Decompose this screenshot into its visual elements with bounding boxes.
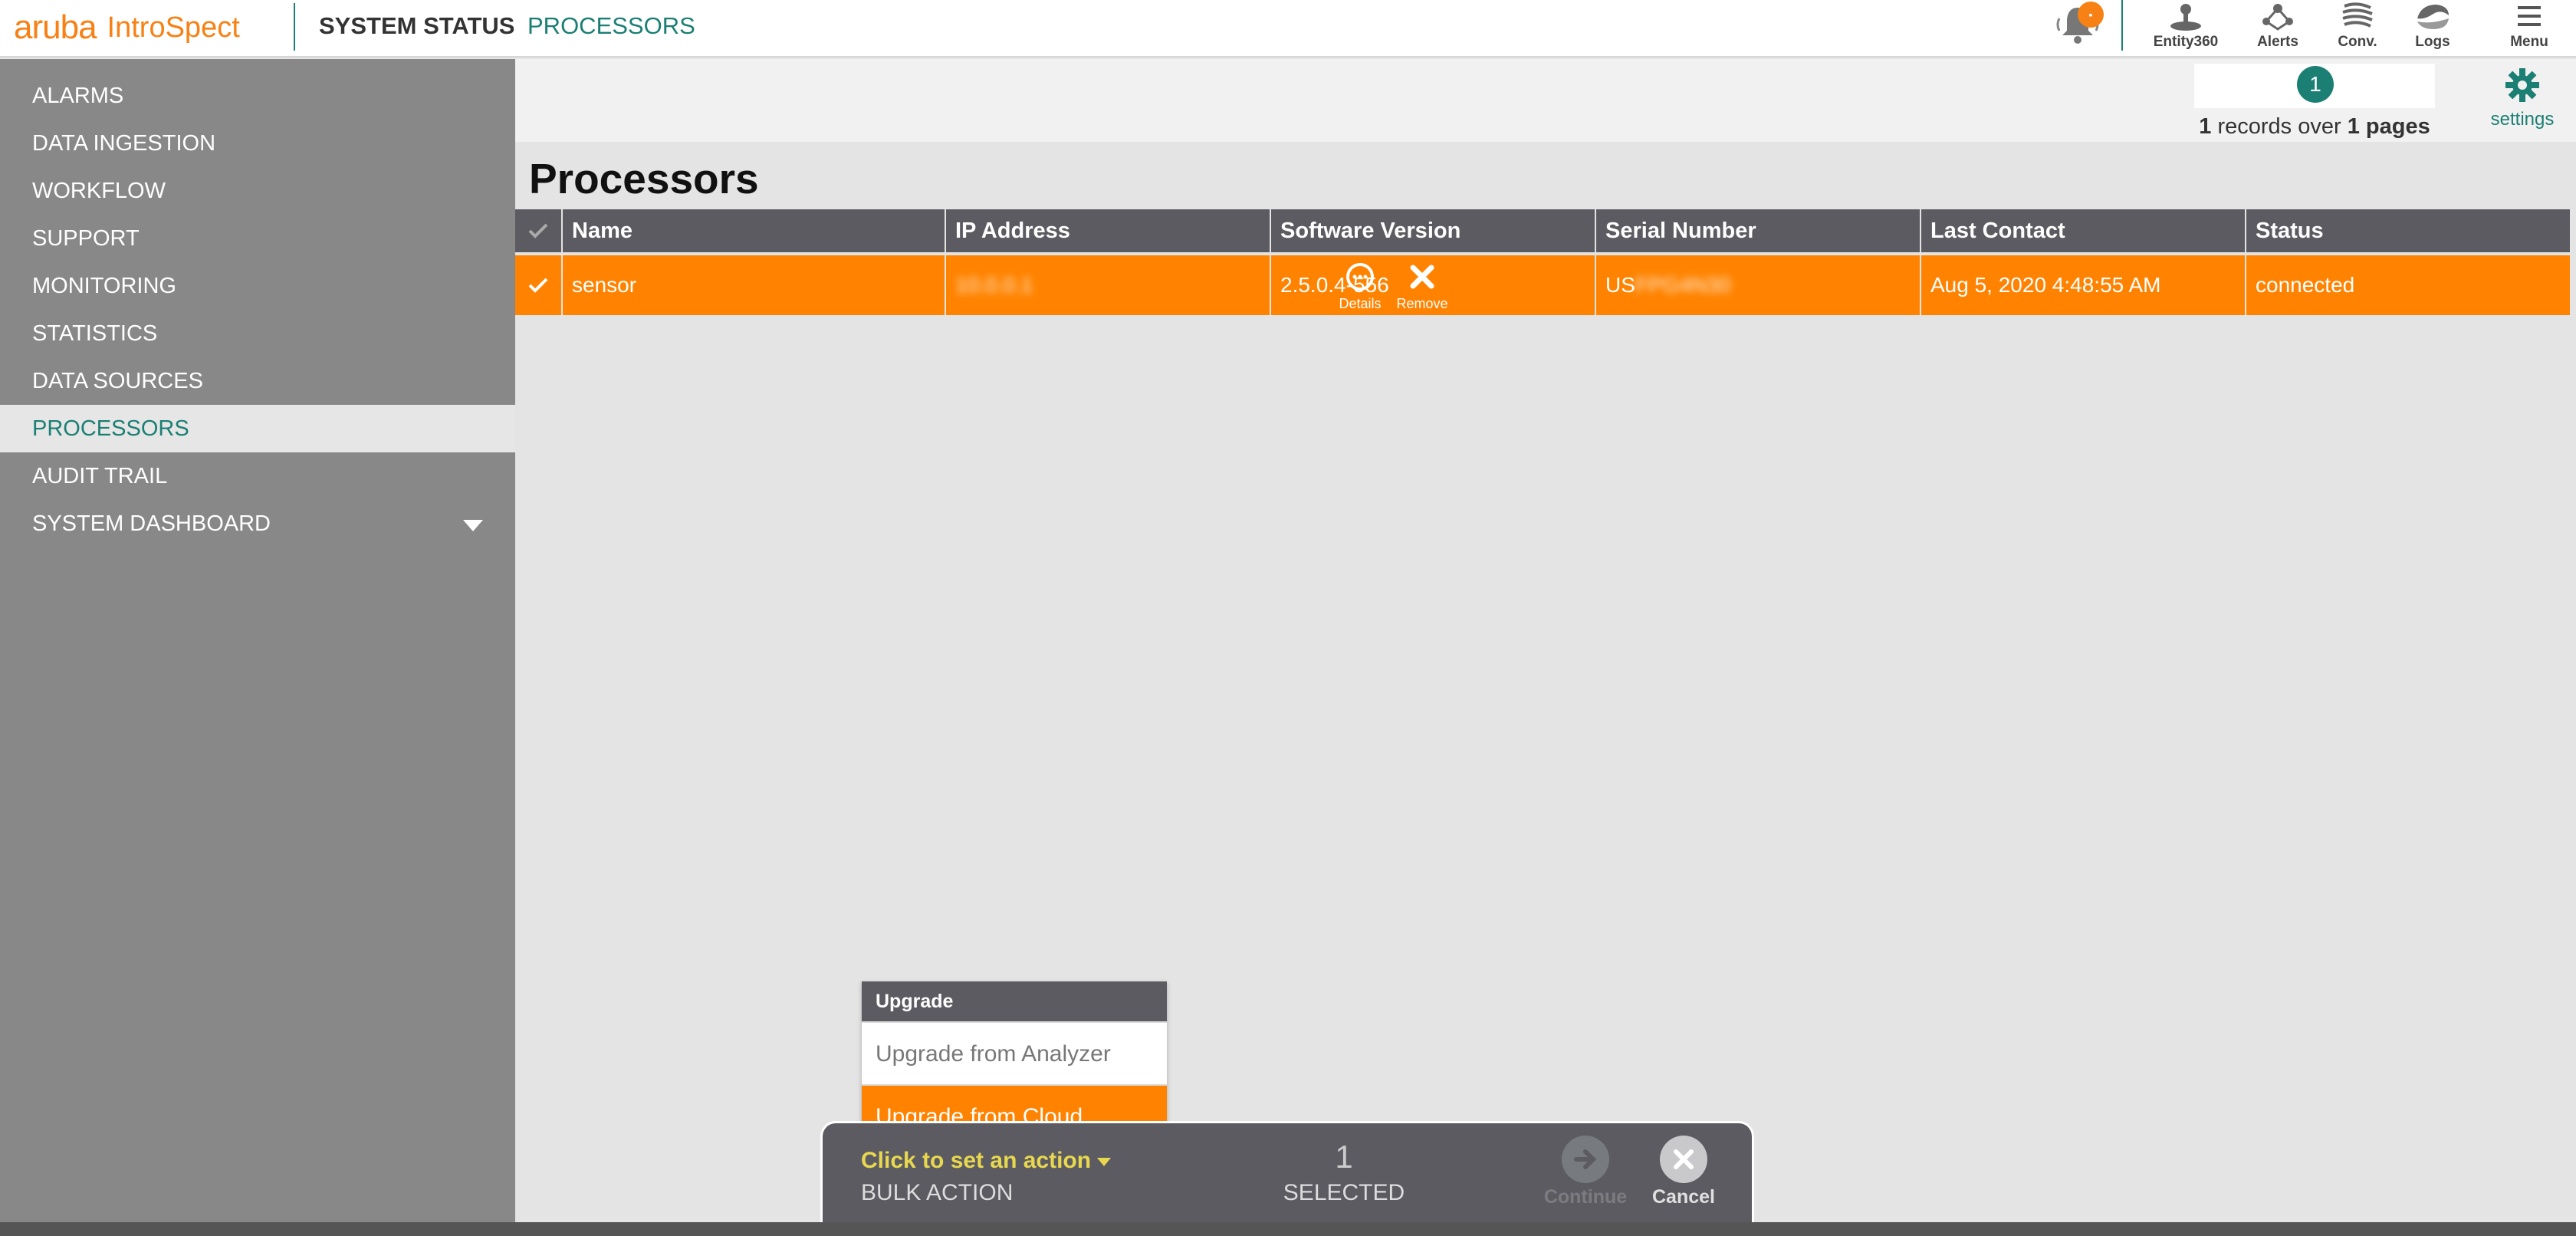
cell-name: sensor <box>561 255 945 315</box>
pages-word: pages <box>2365 114 2430 139</box>
breadcrumb-page: PROCESSORS <box>527 12 695 39</box>
records-word: records over <box>2217 114 2341 139</box>
sidebar-item-label: SUPPORT <box>32 226 140 251</box>
gear-icon <box>2505 68 2539 102</box>
arrow-right-icon <box>1562 1136 1609 1183</box>
alerts-icon <box>2262 4 2293 31</box>
logs-label: Logs <box>2415 34 2450 50</box>
header-divider <box>294 3 295 51</box>
sidebar-item-support[interactable]: SUPPORT <box>0 215 515 262</box>
product-name: IntroSpect <box>107 11 240 44</box>
continue-label: Continue <box>1543 1186 1628 1208</box>
table-header: Name IP Address Software Version Serial … <box>515 209 2570 252</box>
sidebar-item-statistics[interactable]: STATISTICS <box>0 310 515 357</box>
selected-label: SELECTED <box>1283 1180 1405 1205</box>
settings-label: settings <box>2490 109 2555 130</box>
page-number-button[interactable]: 1 <box>2297 66 2334 103</box>
sidebar-item-data-sources[interactable]: DATA SOURCES <box>0 357 515 405</box>
cancel-label: Cancel <box>1652 1186 1715 1208</box>
sidebar-item-label: STATISTICS <box>32 321 158 346</box>
records-count: 1 <box>2199 114 2212 139</box>
sidebar-item-processors[interactable]: PROCESSORS <box>0 405 515 452</box>
serial-rest: FPG4N30 <box>1635 273 1731 297</box>
sidebar-item-label: AUDIT TRAIL <box>32 464 168 488</box>
sidebar-item-label: ALARMS <box>32 84 124 108</box>
conversations-button[interactable]: Conv. <box>2323 2 2392 55</box>
logo[interactable]: aruba IntroSpect <box>14 8 240 48</box>
sidebar-item-workflow[interactable]: WORKFLOW <box>0 167 515 215</box>
pager-bar: 1 1 records over 1 pages settings <box>515 59 2576 142</box>
notification-badge: ▪ <box>2078 2 2104 28</box>
sidebar-item-label: SYSTEM DASHBOARD <box>32 511 271 536</box>
ip-address-value: 10.0.0.1 <box>955 273 1033 297</box>
alerts-label: Alerts <box>2257 34 2298 50</box>
menu-icon <box>2518 6 2541 26</box>
alerts-button[interactable]: Alerts <box>2243 2 2312 55</box>
menu-button[interactable]: Menu <box>2495 2 2564 55</box>
column-header-ip-address[interactable]: IP Address <box>945 209 1270 252</box>
brand-name: aruba <box>14 8 97 46</box>
sidebar-item-label: PROCESSORS <box>32 416 189 441</box>
header-divider <box>2121 0 2123 51</box>
bulk-action-bar: Click to set an action BULK ACTION 1 SEL… <box>820 1121 1754 1236</box>
checkmark-icon <box>528 223 548 238</box>
main-content: 1 1 records over 1 pages settings Proces… <box>515 59 2576 1222</box>
dropdown-group-header: Upgrade <box>862 981 1167 1021</box>
selected-count: 1 <box>1335 1139 1353 1175</box>
cell-status: connected <box>2245 255 2570 315</box>
page-title: Processors <box>529 155 759 202</box>
bottom-strip <box>0 1222 2576 1236</box>
set-action-dropdown[interactable]: Click to set an action <box>861 1148 1112 1174</box>
conversations-label: Conv. <box>2338 34 2377 50</box>
caret-down-icon <box>1097 1157 1112 1166</box>
settings-button[interactable]: settings <box>2484 67 2561 130</box>
logs-icon <box>2417 5 2449 29</box>
row-checkbox[interactable] <box>515 255 561 315</box>
processor-name: sensor <box>572 273 637 297</box>
column-header-software-version[interactable]: Software Version <box>1270 209 1595 252</box>
bulk-action-label: BULK ACTION <box>861 1180 1014 1205</box>
cell-ip-address: 10.0.0.1 <box>945 255 1270 315</box>
breadcrumb-section[interactable]: SYSTEM STATUS <box>319 12 514 40</box>
top-bar: aruba IntroSpect SYSTEM STATUS PROCESSOR… <box>0 0 2576 58</box>
cell-serial-number: USFPG4N30 <box>1595 255 1920 315</box>
entity360-label: Entity360 <box>2153 34 2219 50</box>
continue-button[interactable]: Continue <box>1536 1136 1635 1208</box>
column-header-status[interactable]: Status <box>2245 209 2570 252</box>
select-all-checkbox[interactable] <box>515 209 561 252</box>
entity360-button[interactable]: Entity360 <box>2151 2 2220 55</box>
column-header-last-contact[interactable]: Last Contact <box>1920 209 2245 252</box>
caret-down-icon[interactable] <box>463 520 483 531</box>
sidebar-item-label: DATA SOURCES <box>32 369 203 393</box>
entity360-icon <box>2170 4 2201 31</box>
sidebar-item-label: WORKFLOW <box>32 179 166 203</box>
pages-count: 1 <box>2347 114 2360 139</box>
sidebar-item-alarms[interactable]: ALARMS <box>0 72 515 120</box>
upgrade-from-analyzer-option[interactable]: Upgrade from Analyzer <box>862 1021 1167 1084</box>
action-prompt: Click to set an action <box>861 1148 1092 1173</box>
sidebar-item-label: DATA INGESTION <box>32 131 216 156</box>
cell-last-contact: Aug 5, 2020 4:48:55 AM <box>1920 255 2245 315</box>
conversations-icon <box>2342 2 2373 28</box>
logs-button[interactable]: Logs <box>2398 2 2467 55</box>
cancel-button[interactable]: Cancel <box>1634 1136 1733 1208</box>
checkmark-icon <box>528 278 548 293</box>
column-header-name[interactable]: Name <box>561 209 945 252</box>
sidebar-item-label: MONITORING <box>32 274 176 298</box>
sidebar-item-data-ingestion[interactable]: DATA INGESTION <box>0 120 515 167</box>
serial-prefix: US <box>1605 273 1635 297</box>
table-row[interactable]: sensor Details Remove 10.0.0.1 2.5.0.4-5… <box>515 255 2570 315</box>
sidebar-item-monitoring[interactable]: MONITORING <box>0 262 515 310</box>
records-summary: 1 records over 1 pages <box>2194 114 2435 140</box>
cell-software-version: 2.5.0.4-556 <box>1270 255 1595 315</box>
menu-label: Menu <box>2510 34 2548 50</box>
sidebar-item-system-dashboard[interactable]: SYSTEM DASHBOARD <box>0 500 515 547</box>
sidebar-item-audit-trail[interactable]: AUDIT TRAIL <box>0 452 515 500</box>
close-icon <box>1660 1136 1707 1183</box>
column-header-serial-number[interactable]: Serial Number <box>1595 209 1920 252</box>
